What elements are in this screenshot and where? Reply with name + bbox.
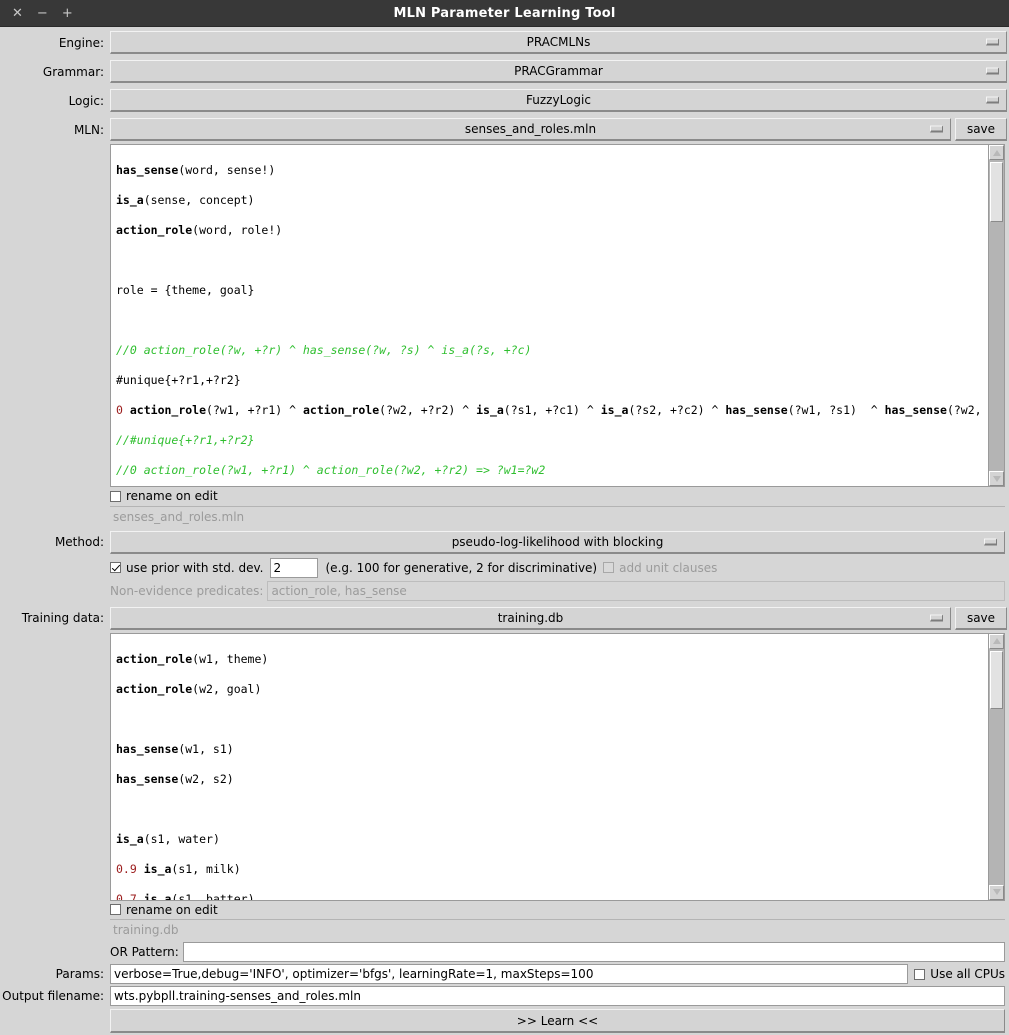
prior-hint: (e.g. 100 for generative, 2 for discrimi… bbox=[325, 560, 598, 575]
or-pattern-row: OR Pattern: bbox=[2, 942, 1007, 962]
db-rename-row: rename on edit bbox=[2, 901, 1007, 920]
add-unit-clauses-checkbox[interactable]: add unit clauses bbox=[603, 561, 717, 575]
training-db-dropdown[interactable]: training.db bbox=[110, 606, 951, 630]
method-value: pseudo-log-likelihood with blocking bbox=[451, 534, 664, 549]
chevron-down-icon bbox=[930, 614, 943, 621]
method-row: Method: pseudo-log-likelihood with block… bbox=[2, 530, 1007, 554]
training-db-text-editor[interactable]: action_role(w1, theme) action_role(w2, g… bbox=[111, 633, 988, 900]
params-label: Params: bbox=[55, 967, 104, 981]
params-input[interactable]: verbose=True,debug='INFO', optimizer='bf… bbox=[110, 964, 909, 984]
mln-file-dropdown[interactable]: senses_and_roles.mln bbox=[110, 118, 951, 141]
params-row: Params: verbose=True,debug='INFO', optim… bbox=[2, 964, 1007, 984]
chevron-down-icon bbox=[986, 38, 999, 46]
scroll-down-icon[interactable] bbox=[989, 884, 1004, 900]
grammar-dropdown[interactable]: PRACGrammar bbox=[110, 60, 1007, 83]
window-title: MLN Parameter Learning Tool bbox=[393, 5, 616, 21]
mln-save-button[interactable]: save bbox=[955, 118, 1007, 141]
prior-stddev-input[interactable]: 2 bbox=[269, 557, 318, 578]
db-scroll-track[interactable] bbox=[989, 649, 1004, 885]
mln-file-value: senses_and_roles.mln bbox=[464, 122, 597, 136]
mln-filename-row: senses_and_roles.mln bbox=[2, 505, 1007, 527]
mln-row: MLN: senses_and_roles.mln save bbox=[2, 118, 1007, 141]
method-label: Method: bbox=[54, 535, 104, 549]
mln-editor-scrollbar[interactable] bbox=[988, 145, 1004, 486]
logic-value: FuzzyLogic bbox=[526, 93, 591, 107]
logic-label: Logic: bbox=[68, 93, 104, 108]
db-filename-input[interactable]: training.db bbox=[110, 919, 1005, 940]
mln-parameter-learning-window: ✕ − + MLN Parameter Learning Tool Engine… bbox=[0, 0, 1009, 1035]
non-evidence-input[interactable]: action_role, has_sense bbox=[267, 580, 1005, 601]
output-filename-input[interactable]: wts.pybpll.training-senses_and_roles.mln bbox=[110, 986, 1005, 1006]
training-data-row: Training data: training.db save bbox=[2, 606, 1007, 630]
logic-row: Logic: FuzzyLogic bbox=[2, 89, 1007, 112]
chevron-down-icon bbox=[986, 96, 999, 104]
mln-rename-row: rename on edit bbox=[2, 487, 1007, 506]
checkbox-icon[interactable] bbox=[914, 968, 926, 980]
mln-rename-on-edit-checkbox[interactable]: rename on edit bbox=[110, 489, 218, 503]
engine-value: PRACMLNs bbox=[526, 35, 591, 49]
minimize-icon[interactable]: − bbox=[37, 7, 48, 20]
or-pattern-input[interactable] bbox=[182, 942, 1005, 962]
chevron-down-icon bbox=[986, 67, 999, 75]
use-prior-checkbox[interactable]: use prior with std. dev. bbox=[110, 561, 264, 575]
use-all-cpus-label: Use all CPUs bbox=[930, 967, 1005, 981]
mln-scroll-track[interactable] bbox=[989, 160, 1004, 471]
learn-button[interactable]: >> Learn << bbox=[110, 1009, 1005, 1033]
training-data-label: Training data: bbox=[21, 611, 104, 625]
scroll-up-icon[interactable] bbox=[989, 633, 1004, 649]
mln-scroll-thumb[interactable] bbox=[990, 162, 1003, 222]
grammar-row: Grammar: PRACGrammar bbox=[2, 60, 1007, 83]
method-dropdown[interactable]: pseudo-log-likelihood with blocking bbox=[110, 530, 1005, 554]
db-editor-row: action_role(w1, theme) action_role(w2, g… bbox=[2, 632, 1007, 901]
mln-filename-input[interactable]: senses_and_roles.mln bbox=[110, 505, 1005, 527]
db-rename-on-edit-checkbox[interactable]: rename on edit bbox=[110, 903, 218, 917]
checkbox-icon[interactable] bbox=[110, 904, 121, 916]
output-filename-row: Output filename: wts.pybpll.training-sen… bbox=[2, 986, 1007, 1006]
or-pattern-label: OR Pattern: bbox=[110, 945, 179, 959]
form-area: Engine: PRACMLNs Grammar: PRACGrammar Lo… bbox=[0, 27, 1009, 1035]
non-evidence-label: Non-evidence predicates: bbox=[110, 583, 264, 598]
scroll-up-icon[interactable] bbox=[989, 145, 1004, 160]
checkbox-icon[interactable] bbox=[603, 562, 615, 573]
mln-rename-on-edit-label: rename on edit bbox=[126, 489, 218, 504]
training-db-save-button[interactable]: save bbox=[955, 606, 1007, 630]
training-db-value: training.db bbox=[497, 610, 564, 625]
db-filename-row: training.db bbox=[2, 919, 1007, 940]
db-editor-scrollbar[interactable] bbox=[988, 633, 1004, 900]
engine-label: Engine: bbox=[58, 35, 104, 50]
engine-dropdown[interactable]: PRACMLNs bbox=[110, 31, 1007, 54]
use-prior-label: use prior with std. dev. bbox=[126, 560, 264, 575]
chevron-down-icon bbox=[984, 538, 997, 545]
logic-dropdown[interactable]: FuzzyLogic bbox=[110, 89, 1007, 112]
mln-label: MLN: bbox=[73, 122, 104, 137]
mln-editor-row: has_sense(word, sense!) is_a(sense, conc… bbox=[2, 144, 1007, 487]
grammar-label: Grammar: bbox=[42, 64, 104, 79]
grammar-value: PRACGrammar bbox=[514, 64, 603, 78]
chevron-down-icon bbox=[930, 125, 943, 133]
close-icon[interactable]: ✕ bbox=[12, 7, 23, 20]
engine-row: Engine: PRACMLNs bbox=[2, 31, 1007, 54]
learn-row: >> Learn << bbox=[2, 1009, 1007, 1033]
mln-editor-container: has_sense(word, sense!) is_a(sense, conc… bbox=[110, 144, 1005, 487]
checkbox-icon[interactable] bbox=[110, 490, 121, 502]
scroll-down-icon[interactable] bbox=[989, 471, 1004, 486]
db-editor-container: action_role(w1, theme) action_role(w2, g… bbox=[110, 632, 1005, 901]
mln-text-editor[interactable]: has_sense(word, sense!) is_a(sense, conc… bbox=[111, 145, 988, 486]
non-evidence-row: Non-evidence predicates: action_role, ha… bbox=[2, 580, 1007, 601]
prior-row: use prior with std. dev. 2 (e.g. 100 for… bbox=[2, 557, 1007, 578]
db-rename-on-edit-label: rename on edit bbox=[126, 902, 218, 917]
maximize-icon[interactable]: + bbox=[62, 7, 73, 20]
use-all-cpus-checkbox[interactable]: Use all CPUs bbox=[914, 967, 1005, 981]
checkbox-checked-icon[interactable] bbox=[110, 562, 121, 573]
title-bar: ✕ − + MLN Parameter Learning Tool bbox=[0, 0, 1009, 27]
window-controls: ✕ − + bbox=[12, 7, 73, 20]
add-unit-clauses-label: add unit clauses bbox=[619, 560, 718, 575]
output-filename-label: Output filename: bbox=[2, 989, 104, 1003]
db-scroll-thumb[interactable] bbox=[990, 650, 1003, 709]
